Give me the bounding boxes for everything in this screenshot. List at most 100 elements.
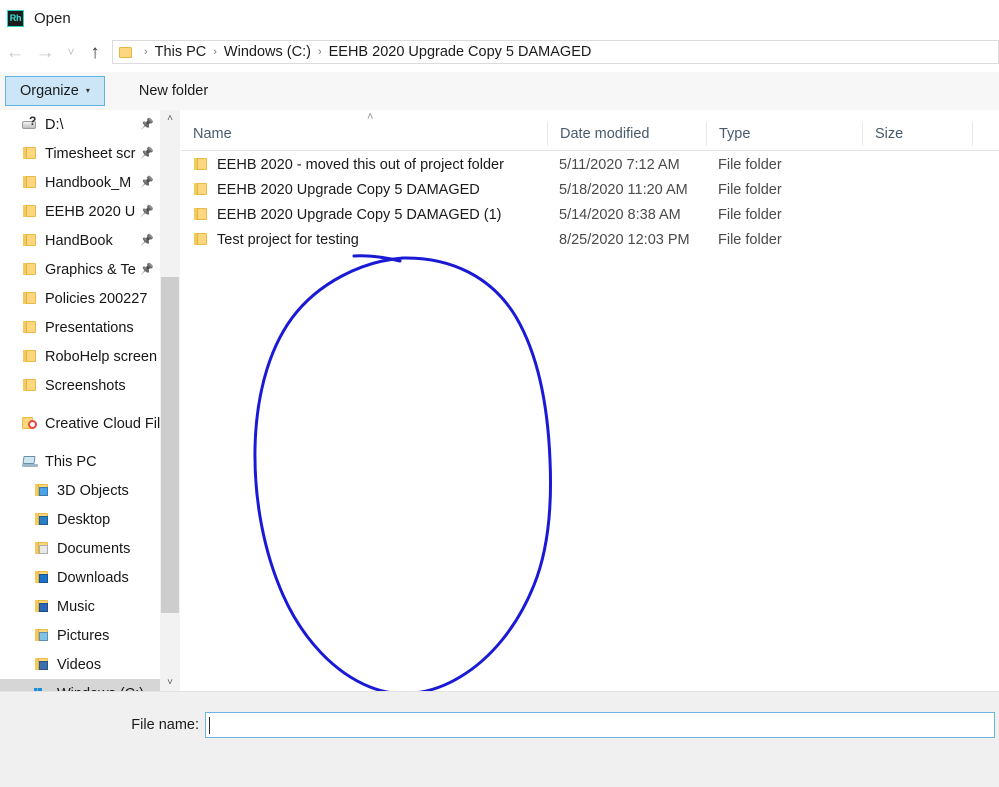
breadcrumb-item-current-folder[interactable]: EEHB 2020 Upgrade Copy 5 DAMAGED [329, 44, 592, 60]
sidebar-item-3d-objects[interactable]: 3D Objects [0, 476, 160, 505]
column-header-row: Name Date modified Type Size [181, 118, 999, 151]
file-row-name[interactable]: Test project for testing [181, 232, 547, 248]
sidebar-item-label: Downloads [57, 569, 129, 586]
file-row-name-label: EEHB 2020 Upgrade Copy 5 DAMAGED (1) [217, 206, 502, 223]
organize-button-label: Organize [20, 83, 79, 99]
table-row[interactable]: EEHB 2020 - moved this out of project fo… [181, 152, 999, 177]
file-list-pane[interactable]: ˄ Name Date modified Type Size EEHB 2020… [181, 110, 999, 692]
sidebar-item-label: Music [57, 598, 95, 615]
file-row-name[interactable]: EEHB 2020 - moved this out of project fo… [181, 157, 547, 173]
breadcrumb-separator: › [317, 46, 322, 58]
folder-videos-icon [34, 657, 50, 672]
column-header-size[interactable]: Size [862, 122, 972, 146]
sidebar-item-eehb-2020-u[interactable]: EEHB 2020 U 📌 [0, 197, 160, 226]
sidebar-item-label: Videos [57, 656, 102, 673]
folder-3d-icon [34, 483, 50, 498]
folder-icon [22, 233, 38, 248]
table-row[interactable]: Test project for testing 8/25/2020 12:03 … [181, 227, 999, 252]
recent-locations-icon[interactable]: ˅ [60, 38, 82, 66]
sidebar-item-screenshots[interactable]: Screenshots [0, 371, 160, 400]
sidebar-item-timesheet-scr[interactable]: Timesheet scr 📌 [0, 139, 160, 168]
sidebar-item-pictures[interactable]: Pictures [0, 621, 160, 650]
sidebar-item-label: Timesheet scr [45, 145, 136, 162]
sidebar-item-this-pc[interactable]: This PC [0, 447, 160, 476]
file-row-date-modified: 5/18/2020 11:20 AM [559, 181, 688, 198]
forward-icon[interactable]: → [30, 38, 60, 66]
navigation-pane[interactable]: D:\📌Timesheet scr📌Handbook_M📌EEHB 2020 U… [0, 110, 160, 692]
table-row[interactable]: EEHB 2020 Upgrade Copy 5 DAMAGED (1) 5/14… [181, 202, 999, 227]
file-row-date-modified: 8/25/2020 12:03 PM [559, 231, 690, 248]
file-row-name[interactable]: EEHB 2020 Upgrade Copy 5 DAMAGED [181, 182, 547, 198]
table-row[interactable]: EEHB 2020 Upgrade Copy 5 DAMAGED 5/18/202… [181, 177, 999, 202]
pin-icon[interactable]: 📌 [140, 177, 154, 188]
chevron-down-icon: ▾ [85, 86, 90, 95]
pin-icon[interactable]: 📌 [140, 206, 154, 217]
folder-icon [22, 175, 38, 190]
breadcrumb-item-this-pc[interactable]: This PC [155, 44, 207, 60]
column-header-end[interactable] [972, 122, 999, 146]
command-toolbar: Organize ▾ New folder [0, 72, 999, 110]
sidebar-item-handbook-m[interactable]: Handbook_M 📌 [0, 168, 160, 197]
column-header-name[interactable]: Name [181, 122, 547, 146]
sidebar-item-documents[interactable]: Documents [0, 534, 160, 563]
breadcrumb-separator: › [213, 46, 217, 58]
folder-icon [22, 349, 38, 364]
file-row-date-modified: 5/14/2020 8:38 AM [559, 206, 681, 223]
file-row-type: File folder [718, 156, 782, 173]
navigation-pane-scrollbar[interactable]: ˄ ˅ [160, 110, 180, 692]
sidebar-item-d[interactable]: D:\ 📌 [0, 110, 160, 139]
file-row-type: File folder [718, 231, 782, 248]
folder-documents-icon [34, 541, 50, 556]
breadcrumb[interactable]: › This PC › Windows (C:) › EEHB 2020 Upg… [112, 40, 999, 64]
folder-icon [22, 146, 38, 161]
organize-button[interactable]: Organize ▾ [5, 76, 105, 106]
sidebar-item-downloads[interactable]: Downloads [0, 563, 160, 592]
folder-icon [22, 291, 38, 306]
folder-icon [22, 262, 38, 277]
file-row-name[interactable]: EEHB 2020 Upgrade Copy 5 DAMAGED (1) [181, 207, 547, 223]
up-one-level-icon[interactable]: ↑ [82, 38, 108, 66]
folder-desktop-icon [34, 512, 50, 527]
scrollbar-thumb[interactable] [161, 277, 179, 613]
pin-icon[interactable]: 📌 [140, 264, 154, 275]
sidebar-item-presentations[interactable]: Presentations [0, 313, 160, 342]
sidebar-item-label: Handbook_M [45, 174, 132, 191]
folder-icon [193, 182, 209, 197]
column-header-type[interactable]: Type [706, 122, 862, 146]
rhino-icon: Rh [7, 9, 24, 27]
sidebar-item-desktop[interactable]: Desktop [0, 505, 160, 534]
file-name-input[interactable] [205, 712, 995, 738]
breadcrumb-item-windows-c[interactable]: Windows (C:) [224, 44, 311, 60]
pin-icon[interactable]: 📌 [140, 148, 154, 159]
folder-icon [22, 320, 38, 335]
back-icon[interactable]: ← [0, 38, 30, 66]
main-content: D:\📌Timesheet scr📌Handbook_M📌EEHB 2020 U… [0, 110, 999, 692]
sidebar-item-policies-200227[interactable]: Policies 200227 [0, 284, 160, 313]
pin-icon[interactable]: 📌 [140, 235, 154, 246]
folder-pictures-icon [34, 628, 50, 643]
sidebar-item-creative-cloud-file[interactable]: Creative Cloud File [0, 409, 160, 438]
folder-icon [22, 378, 38, 393]
sidebar-item-robohelp-screen[interactable]: RoboHelp screen [0, 342, 160, 371]
sidebar-item-videos[interactable]: Videos [0, 650, 160, 679]
new-folder-button[interactable]: New folder [129, 76, 218, 106]
scroll-down-icon[interactable]: ˅ [160, 674, 180, 692]
sidebar-item-label: Desktop [57, 511, 111, 528]
sidebar-item-label: This PC [45, 453, 97, 470]
file-row-type: File folder [718, 181, 782, 198]
scroll-up-icon[interactable]: ˄ [160, 110, 180, 128]
column-header-date-modified[interactable]: Date modified [547, 122, 706, 146]
sidebar-item-music[interactable]: Music [0, 592, 160, 621]
sidebar-item-label: EEHB 2020 U [45, 203, 136, 220]
file-name-row: File name: [0, 712, 999, 738]
sidebar-item-graphics-te[interactable]: Graphics & Te 📌 [0, 255, 160, 284]
folder-downloads-icon [34, 570, 50, 585]
folder-music-icon [34, 599, 50, 614]
text-cursor [209, 716, 210, 734]
folder-icon [119, 46, 133, 58]
sidebar-item-handbook[interactable]: HandBook 📌 [0, 226, 160, 255]
pin-icon[interactable]: 📌 [140, 119, 154, 130]
window-title: Open [34, 9, 71, 27]
sidebar-item-label: Pictures [57, 627, 110, 644]
